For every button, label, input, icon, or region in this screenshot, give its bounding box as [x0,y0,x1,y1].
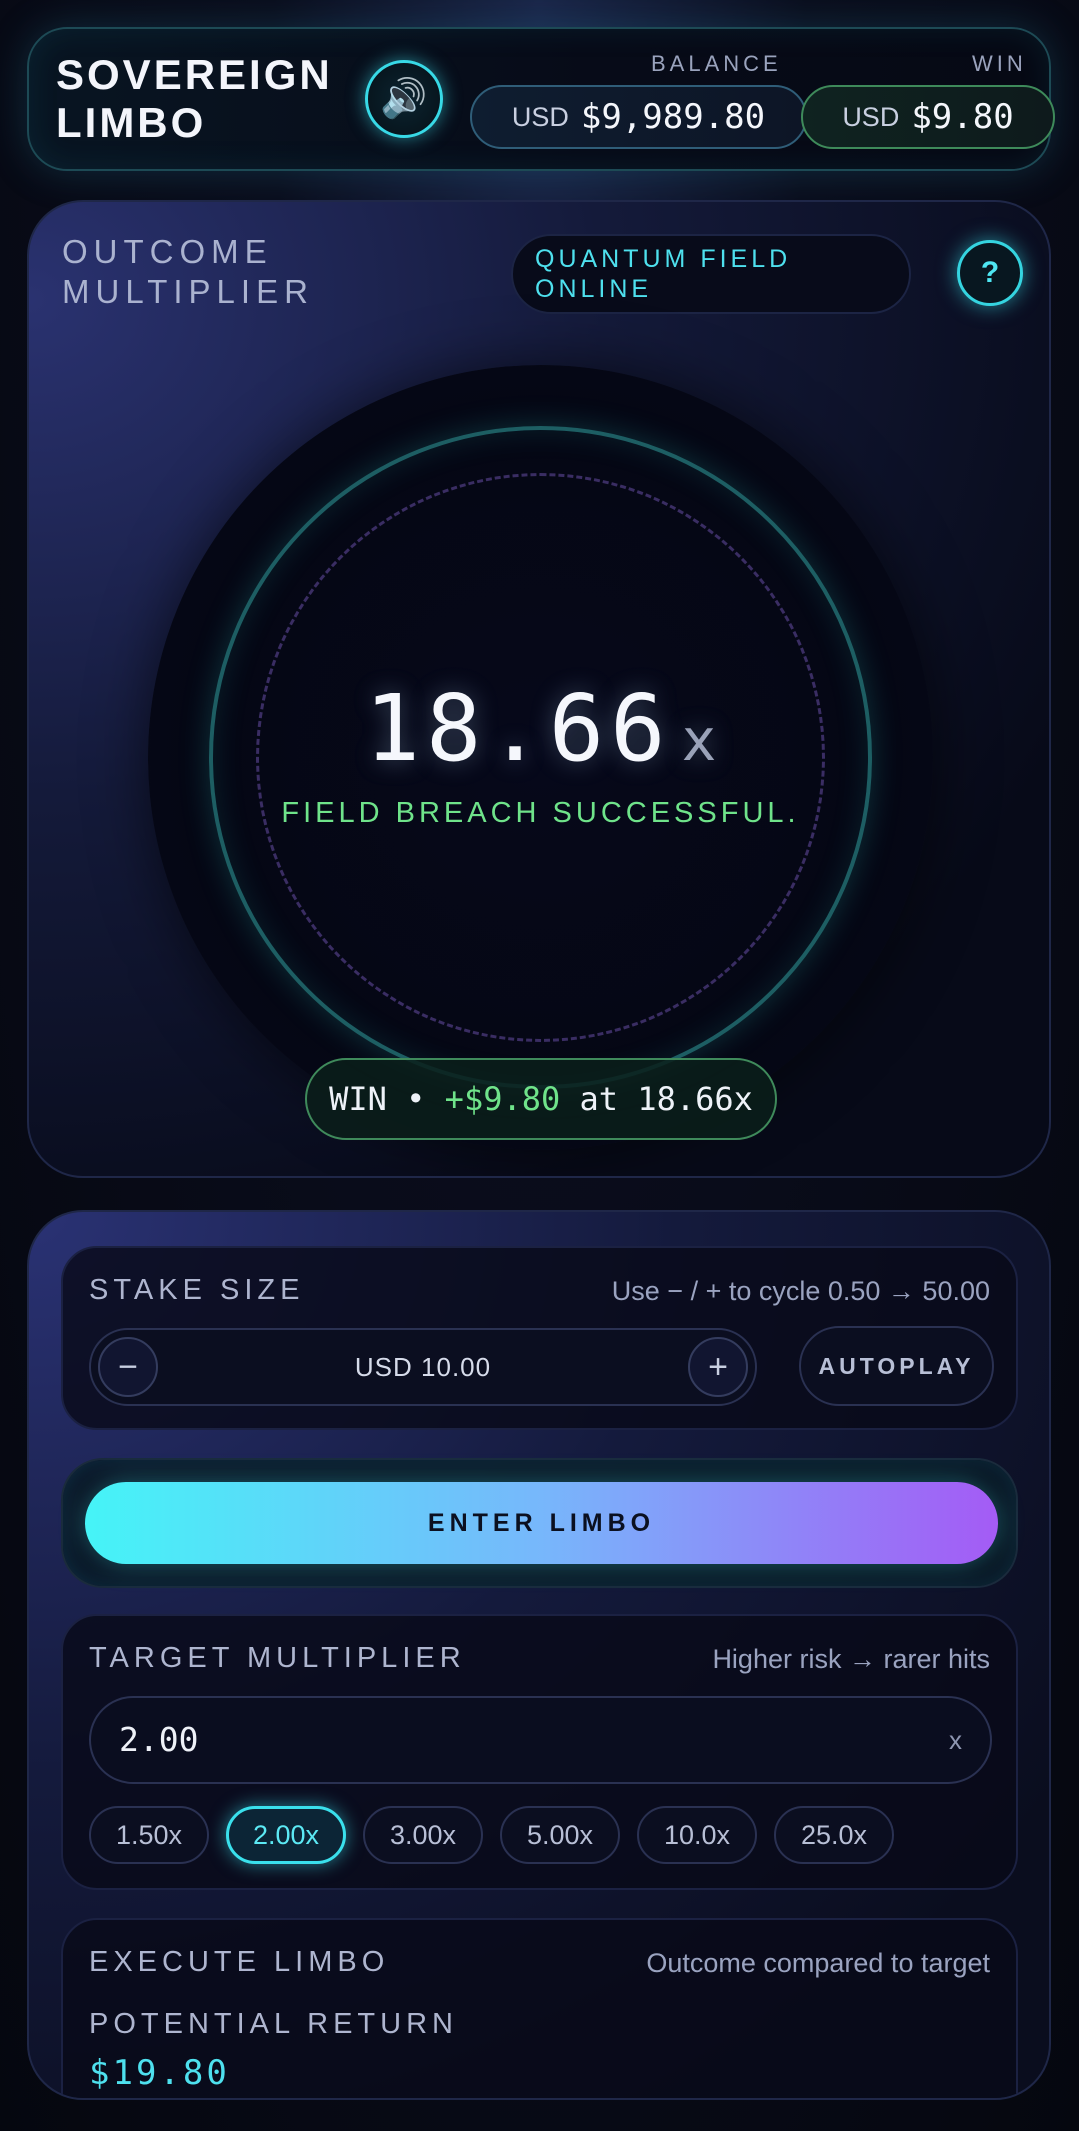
outcome-title: OUTCOME MULTIPLIER [62,232,314,312]
app-title-line1: SOVEREIGN [56,51,333,98]
balance-label: BALANCE [651,51,782,76]
controls-panel: STAKE SIZE Use − / + to cycle 0.50 → 50.… [27,1210,1051,2100]
preset-chip-10-0[interactable]: 10.0x [637,1806,757,1864]
result-badge: WIN • +$9.80 at 18.66x [305,1058,777,1140]
target-title: TARGET MULTIPLIER [89,1642,466,1674]
execute-card: EXECUTE LIMBO Outcome compared to target… [61,1918,1018,2098]
outcome-multiplier: 18.66 x [148,675,933,782]
help-button[interactable]: ? [957,240,1023,306]
field-status-badge: QUANTUM FIELD ONLINE [511,234,911,314]
outcome-title-line1: OUTCOME [62,233,273,270]
stake-stepper: USD 10.00 − + [89,1328,757,1406]
multiplier-suffix: x [681,706,717,774]
outcome-panel: OUTCOME MULTIPLIER QUANTUM FIELD ONLINE … [27,200,1051,1178]
field-status-line2: ONLINE [535,275,653,303]
balance-display: USD $9,989.80 [470,85,807,149]
sound-toggle-button[interactable]: 🔊 [365,60,443,138]
preset-chip-1-50[interactable]: 1.50x [89,1806,209,1864]
multiplier-orb: 18.66 x FIELD BREACH SUCCESSFUL. [148,365,933,1150]
preset-chip-3-00[interactable]: 3.00x [363,1806,483,1864]
target-hint: Higher risk → rarer hits [712,1644,990,1674]
app-title-line2: LIMBO [56,99,207,146]
app-title: SOVEREIGN LIMBO [56,51,333,147]
execute-hint: Outcome compared to target [646,1948,990,1978]
potential-return-label: POTENTIAL RETURN [89,2008,458,2040]
balance-currency: USD [511,101,569,132]
speaker-icon: 🔊 [380,78,428,120]
target-value: 2.00 [119,1720,199,1759]
preset-chip-5-00[interactable]: 5.00x [500,1806,620,1864]
result-prefix: WIN • [329,1080,426,1118]
target-suffix: x [949,1725,962,1755]
plus-icon: + [708,1347,728,1386]
enter-container: ENTER LIMBO [61,1458,1018,1588]
result-amount: +$9.80 [444,1080,561,1118]
enter-limbo-button[interactable]: ENTER LIMBO [85,1482,998,1564]
result-suffix: at 18.66x [579,1080,753,1118]
target-multiplier-input[interactable]: 2.00 x [89,1696,992,1784]
stake-title: STAKE SIZE [89,1274,305,1306]
win-amount: $9.80 [911,97,1014,137]
preset-chip-25-0[interactable]: 25.0x [774,1806,894,1864]
autoplay-button[interactable]: AUTOPLAY [799,1326,994,1406]
top-bar: SOVEREIGN LIMBO 🔊 BALANCE WIN USD $9,989… [27,27,1055,171]
win-currency: USD [842,101,900,132]
preset-chip-2-00[interactable]: 2.00x [226,1806,346,1864]
stake-hint: Use − / + to cycle 0.50 → 50.00 [611,1276,990,1306]
outcome-title-line2: MULTIPLIER [62,273,314,310]
field-status-line1: QUANTUM FIELD [535,245,792,273]
minus-icon: − [118,1347,138,1386]
multiplier-value: 18.66 [364,675,672,782]
potential-return-value: $19.80 [89,2053,230,2093]
target-card: TARGET MULTIPLIER Higher risk → rarer hi… [61,1614,1018,1890]
outcome-message: FIELD BREACH SUCCESSFUL. [281,797,800,829]
win-display: USD $9.80 [801,85,1055,149]
stake-card: STAKE SIZE Use − / + to cycle 0.50 → 50.… [61,1246,1018,1430]
execute-title: EXECUTE LIMBO [89,1946,390,1978]
win-label: WIN [972,51,1027,76]
balance-amount: $9,989.80 [580,97,766,137]
stake-value: USD 10.00 [354,1352,492,1382]
stake-increase-button[interactable]: + [688,1337,748,1397]
stake-decrease-button[interactable]: − [98,1337,158,1397]
question-icon: ? [980,256,1000,289]
